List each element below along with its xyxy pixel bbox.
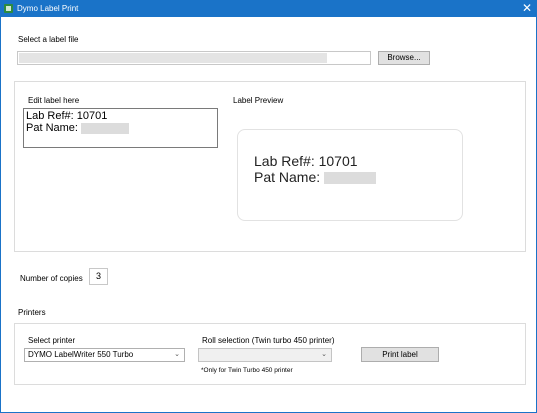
preview-pat-name-label: Pat Name: xyxy=(254,169,321,185)
select-label-file-label: Select a label file xyxy=(18,35,79,44)
copies-input[interactable]: 3 xyxy=(89,268,108,285)
preview-pat-name-redacted xyxy=(324,172,377,185)
preview-line-pat-name: Pat Name: xyxy=(254,169,377,185)
printers-section-label: Printers xyxy=(18,308,46,317)
edit-label-heading: Edit label here xyxy=(28,96,80,105)
chevron-down-icon: ⌄ xyxy=(321,351,327,358)
label-file-path-input[interactable] xyxy=(17,51,371,65)
roll-select[interactable]: ⌄ xyxy=(198,348,332,362)
select-printer-label: Select printer xyxy=(28,336,76,345)
roll-note: *Only for Twin Turbo 450 printer xyxy=(201,367,293,374)
edit-line-lab-ref: Lab Ref#: 10701 xyxy=(26,110,108,122)
label-preview-card: Lab Ref#: 10701 Pat Name: xyxy=(237,129,463,221)
close-icon[interactable]: ✕ xyxy=(520,1,534,15)
copies-label: Number of copies xyxy=(20,274,83,283)
preview-line-lab-ref: Lab Ref#: 10701 xyxy=(254,153,358,169)
browse-button[interactable]: Browse... xyxy=(378,51,430,65)
file-path-redacted xyxy=(19,53,327,63)
print-label-button[interactable]: Print label xyxy=(361,347,439,362)
edit-pat-name-label: Pat Name: xyxy=(26,122,78,134)
printer-select[interactable]: DYMO LabelWriter 550 Turbo ⌄ xyxy=(24,348,185,362)
edit-line-pat-name: Pat Name: xyxy=(26,122,215,134)
edit-pat-name-redacted xyxy=(81,122,130,134)
roll-selection-label: Roll selection (Twin turbo 450 printer) xyxy=(202,336,335,345)
label-preview-heading: Label Preview xyxy=(233,96,284,105)
dymo-app-icon xyxy=(4,4,13,13)
title-bar: Dymo Label Print ✕ xyxy=(0,0,537,17)
chevron-down-icon: ⌄ xyxy=(174,351,180,358)
printer-select-value: DYMO LabelWriter 550 Turbo xyxy=(28,350,134,359)
label-edit-textarea[interactable]: Lab Ref#: 10701 Pat Name: xyxy=(23,108,218,148)
window-title: Dymo Label Print xyxy=(17,4,79,13)
